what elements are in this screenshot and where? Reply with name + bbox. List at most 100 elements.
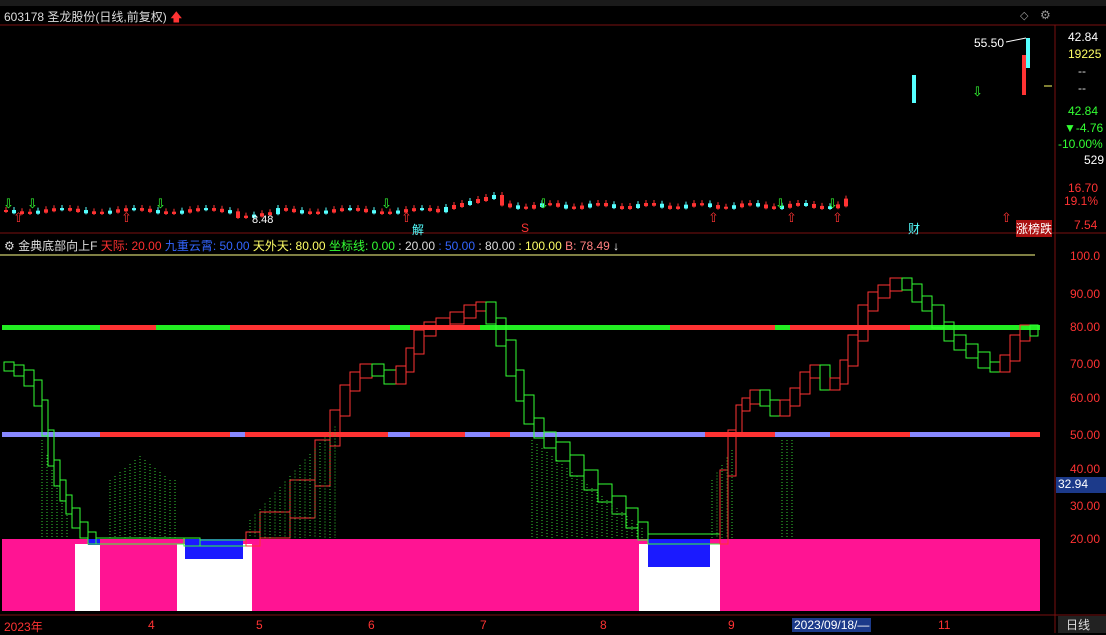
candle [380, 211, 384, 214]
candle [444, 207, 448, 213]
level-80-bar [705, 325, 775, 330]
level-80-bar [480, 325, 500, 330]
candle [564, 204, 568, 209]
candle [460, 203, 464, 207]
y-tick-label: 50.00 [1070, 428, 1101, 442]
marker-cai[interactable]: 财 [908, 220, 920, 237]
price-max-label: 55.50 [974, 36, 1005, 50]
y-tick-label: 70.00 [1070, 357, 1101, 371]
candle [396, 210, 400, 214]
indicator-step [839, 359, 849, 385]
indicator-param: : 50.00 [438, 239, 479, 253]
up-arrow-icon: ⇧ [401, 210, 412, 225]
candle [912, 75, 916, 103]
indicator-step [597, 483, 613, 503]
level-50-bar [910, 432, 1010, 437]
candle [468, 201, 472, 205]
candle [84, 210, 88, 214]
x-tick-label: 2023/09/18/— [792, 618, 872, 632]
candle [500, 195, 504, 206]
candle [132, 208, 136, 211]
candle [244, 215, 248, 218]
indicator-step [359, 363, 373, 379]
indicator-step [953, 334, 967, 351]
y-tick-label: 60.00 [1070, 391, 1101, 405]
indicator-step [977, 351, 991, 369]
candle [764, 204, 768, 209]
candle [844, 198, 848, 207]
indicator-step [13, 364, 25, 377]
level-80-bar [2, 325, 100, 330]
candle [604, 203, 608, 207]
candle [644, 203, 648, 207]
candle [596, 203, 600, 206]
candle [684, 204, 688, 209]
candle [44, 209, 48, 213]
indicator-settings-icon[interactable]: ⚙ [4, 239, 15, 253]
indicator-param: 天外天: 80.00 [252, 239, 329, 253]
marker-s[interactable]: S [521, 221, 529, 235]
marker-jie[interactable]: 解 [412, 221, 424, 238]
candle [556, 203, 560, 207]
x-tick-label: 4 [148, 618, 155, 632]
indicator-step [999, 354, 1011, 373]
candle [1026, 38, 1030, 68]
candle [340, 208, 344, 212]
indicator-param: B: 78.49 [565, 239, 614, 253]
indicator-step [931, 304, 945, 329]
indicator-header: ⚙ 金典底部向上F 天际: 20.00 九重云霄: 50.00 天外天: 80.… [4, 237, 619, 254]
candle [716, 205, 720, 209]
candle [636, 204, 640, 209]
bottom-band [2, 539, 1040, 611]
indicator-step [819, 364, 831, 391]
value-price: 42.84 [1068, 104, 1099, 118]
down-arrow-icon: ↓ [613, 239, 620, 253]
x-tick-label: 2023年 [4, 620, 43, 634]
x-tick-label: 5 [256, 618, 263, 632]
candle [116, 209, 120, 213]
indicator-step [53, 459, 61, 487]
level-50-bar [670, 432, 705, 437]
candle [652, 203, 656, 206]
value-dash2: -- [1078, 81, 1086, 95]
level-80-bar [790, 325, 830, 330]
indicator-step [857, 304, 869, 342]
candle [476, 199, 480, 203]
candle [724, 206, 728, 209]
down-arrow-icon: ⇩ [972, 84, 983, 99]
candle [612, 204, 616, 209]
indicator-step [867, 291, 879, 312]
candle [628, 206, 632, 209]
period-button[interactable]: 日线 [1058, 616, 1106, 633]
level-50-bar [410, 432, 465, 437]
x-tick-label: 6 [368, 618, 375, 632]
up-arrow-icon: ⇧ [832, 210, 843, 225]
candle [492, 195, 496, 199]
indicator-step [809, 364, 821, 379]
candle [188, 209, 192, 213]
marker-zhangtie[interactable]: 涨榜跌 [1016, 220, 1053, 237]
indicator-step [41, 399, 49, 437]
indicator-step [741, 397, 751, 412]
indicator-step [79, 521, 89, 539]
indicator-step [637, 521, 649, 541]
indicator-step [3, 361, 15, 372]
candle [588, 203, 592, 208]
indicator-step [749, 389, 761, 405]
indicator-step [735, 404, 743, 437]
value-volume: 19225 [1068, 47, 1102, 61]
candle [756, 203, 760, 207]
candle [180, 210, 184, 214]
candle [228, 210, 232, 214]
candle [348, 208, 352, 211]
candle [148, 208, 152, 213]
axis-high: 16.70 [1068, 181, 1099, 195]
candle [308, 211, 312, 214]
candle [52, 208, 56, 212]
candle [236, 211, 240, 218]
indicator-param: 天际: 20.00 [100, 239, 165, 253]
candle [532, 204, 536, 209]
candle [524, 206, 528, 209]
indicator-step [495, 317, 507, 347]
indicator-step [943, 321, 955, 342]
